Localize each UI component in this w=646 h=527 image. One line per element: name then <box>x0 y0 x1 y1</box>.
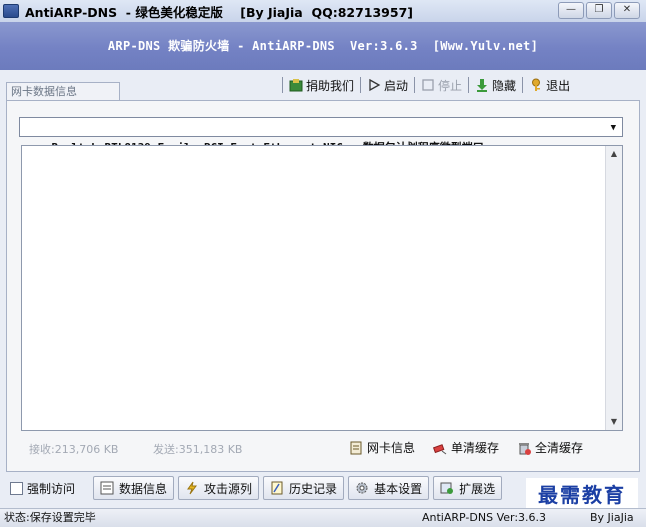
sent-bytes: 发送:351,183 KB <box>153 443 243 456</box>
tab-extended-options-label: 扩展选 <box>459 481 496 496</box>
toolbar-separator <box>360 77 362 93</box>
minimize-button[interactable]: — <box>558 2 584 19</box>
app-icon <box>3 4 19 18</box>
eraser-icon <box>432 441 447 455</box>
extension-icon <box>440 481 454 495</box>
app-banner: ARP-DNS 欺骗防火墙 - AntiARP-DNS Ver:3.6.3 [W… <box>0 22 646 70</box>
received-bytes: 接收:213,706 KB <box>29 443 119 456</box>
notepad-icon <box>270 481 284 495</box>
tab-attack-sources[interactable]: 攻击源列 <box>178 476 260 500</box>
checkbox-box[interactable] <box>10 481 23 495</box>
tab-data-info[interactable]: 数据信息 <box>93 476 175 500</box>
nic-dropdown[interactable]: Realtek RTL8139 Family PCI Fast Ethernet… <box>19 117 623 154</box>
toolbar-separator <box>468 77 470 93</box>
exit-button[interactable]: 退出 <box>529 77 570 94</box>
tab-history[interactable]: 历史记录 <box>263 476 345 500</box>
force-access-label: 强制访问 <box>27 481 76 496</box>
title-bar: AntiARP-DNS - 绿色美化稳定版 [By JiaJia QQ:8271… <box>0 0 646 22</box>
dropdown-arrow-icon[interactable]: ▼ <box>611 118 616 138</box>
stop-icon <box>421 78 435 92</box>
tab-basic-settings[interactable]: 基本设置 <box>348 476 430 500</box>
clear-all-cache-button[interactable]: 全清缓存 <box>517 439 583 456</box>
tab-extended-options[interactable]: 扩展选 <box>433 476 503 500</box>
window-controls: — ❐ ✕ <box>558 2 640 19</box>
nic-data-panel: Realtek RTL8139 Family PCI Fast Ethernet… <box>6 100 640 472</box>
donate-button[interactable]: 捐助我们 <box>289 77 354 94</box>
status-version: AntiARP-DNS Ver:3.6.3 <box>422 511 547 524</box>
toolbar-separator <box>522 77 524 93</box>
restore-button[interactable]: ❐ <box>586 2 612 19</box>
donate-label: 捐助我们 <box>306 78 355 93</box>
clear-single-cache-button[interactable]: 单清缓存 <box>432 439 500 456</box>
list-icon <box>100 481 114 495</box>
scroll-up-icon[interactable]: ▲ <box>606 146 622 162</box>
stop-label: 停止 <box>438 78 463 93</box>
document-icon <box>349 441 363 455</box>
watermark-logo: 最需教育 <box>526 478 638 512</box>
start-label: 启动 <box>384 78 409 93</box>
lightning-icon <box>185 481 199 495</box>
gear-icon <box>355 481 369 495</box>
donate-icon <box>289 78 303 92</box>
tab-history-label: 历史记录 <box>289 481 338 496</box>
start-button[interactable]: 启动 <box>367 77 408 94</box>
clear-all-label: 全清缓存 <box>535 441 584 455</box>
nic-info-label: 网卡信息 <box>367 441 416 455</box>
tab-data-info-label: 数据信息 <box>119 481 168 496</box>
clear-single-label: 单清缓存 <box>451 441 500 455</box>
hide-button[interactable]: 隐藏 <box>475 77 516 94</box>
hide-label: 隐藏 <box>492 78 517 93</box>
exit-label: 退出 <box>546 78 571 93</box>
status-bar: 状态:保存设置完毕 AntiARP-DNS Ver:3.6.3 By JiaJi… <box>0 508 646 527</box>
status-author: By JiaJia <box>590 511 634 524</box>
trash-icon <box>517 441 532 455</box>
packet-log-area[interactable]: ▲ ▼ <box>21 145 623 431</box>
tab-attack-sources-label: 攻击源列 <box>204 481 253 496</box>
toolbar-separator <box>414 77 416 93</box>
window-title: AntiARP-DNS - 绿色美化稳定版 [By JiaJia QQ:8271… <box>25 4 413 20</box>
download-arrow-icon <box>475 78 489 92</box>
force-access-checkbox[interactable]: 强制访问 <box>10 480 75 497</box>
tab-basic-settings-label: 基本设置 <box>374 481 423 496</box>
close-button[interactable]: ✕ <box>614 2 640 19</box>
vertical-scrollbar[interactable]: ▲ ▼ <box>605 146 622 430</box>
toolbar-separator <box>282 77 283 93</box>
tab-nic-data[interactable]: 网卡数据信息 <box>6 82 120 101</box>
cache-actions: 网卡信息 单清缓存 全清缓存 <box>349 439 583 456</box>
play-icon <box>367 78 381 92</box>
key-icon <box>529 78 543 92</box>
status-text: 状态:保存设置完毕 <box>4 511 96 524</box>
stop-button[interactable]: 停止 <box>421 77 462 94</box>
main-toolbar: 捐助我们 启动 停止 隐藏 退出 <box>276 75 570 95</box>
nic-info-button[interactable]: 网卡信息 <box>349 439 415 456</box>
scroll-down-icon[interactable]: ▼ <box>606 414 622 430</box>
